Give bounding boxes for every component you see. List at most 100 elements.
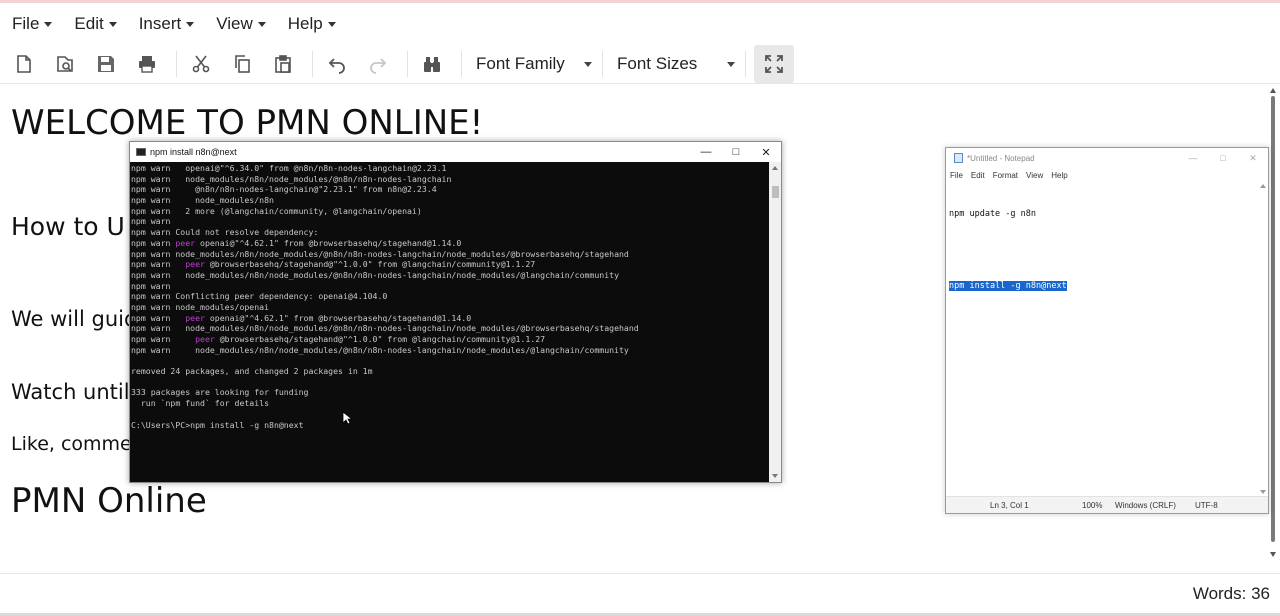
paste-button[interactable] (267, 48, 299, 80)
maximize-icon: □ (1220, 153, 1226, 163)
menu-insert-label: Insert (138, 13, 182, 33)
redo-button[interactable] (362, 48, 394, 80)
toolbar-divider (602, 50, 603, 77)
undo-icon (328, 57, 345, 74)
cmd-output-line (131, 377, 770, 388)
maximize-icon: □ (732, 146, 740, 158)
cursor-position: Ln 3, Col 1 (990, 501, 1029, 510)
cut-button[interactable] (185, 48, 217, 80)
menu-view-label: View (216, 13, 253, 33)
chevron-down-icon (727, 62, 735, 67)
word-count: Words: 36 (1192, 584, 1270, 603)
scroll-down-arrow-icon[interactable] (772, 474, 778, 478)
cmd-output-line: npm warn node_modules/n8n/node_modules/@… (131, 269, 620, 280)
scroll-down-arrow-icon[interactable] (1260, 490, 1266, 494)
cmd-output-line: npm warn node_modules/openai (131, 301, 270, 312)
document-line: Like, comme (11, 433, 132, 455)
cmd-output-line: run `npm fund` for details (131, 398, 270, 409)
cmd-output-line (131, 409, 770, 420)
open-file-button[interactable] (49, 48, 81, 80)
notepad-menu-view[interactable]: View (1026, 171, 1043, 180)
save-icon (98, 55, 114, 72)
menu-help[interactable]: Help (288, 14, 336, 34)
chevron-down-icon (257, 22, 266, 27)
notepad-icon (954, 153, 963, 163)
cmd-scroll-thumb[interactable] (772, 186, 779, 198)
scroll-down-arrow-icon[interactable] (1270, 552, 1276, 557)
menu-edit-label: Edit (74, 13, 104, 33)
menu-edit[interactable]: Edit (74, 13, 117, 34)
scroll-up-arrow-icon[interactable] (1260, 184, 1266, 188)
cmd-output-line: npm warn (131, 280, 171, 291)
menu-view[interactable]: View (216, 14, 266, 34)
maximize-button[interactable]: □ (1208, 148, 1238, 168)
close-button[interactable]: ✕ (1238, 148, 1268, 168)
notepad-scrollbar[interactable] (1258, 182, 1268, 496)
menu-insert[interactable]: Insert (139, 14, 195, 34)
save-button[interactable] (90, 48, 122, 80)
notepad-menu-edit[interactable]: Edit (971, 171, 985, 180)
notepad-title-text: *Untitled - Notepad (967, 153, 1035, 163)
cmd-output-line: npm warn node_modules/n8n (131, 195, 274, 206)
maximize-button[interactable]: □ (721, 142, 751, 162)
cmd-scrollbar[interactable] (769, 162, 781, 482)
close-button[interactable]: ✕ (751, 142, 781, 162)
toolbar-divider (407, 50, 408, 77)
find-button[interactable] (416, 48, 448, 80)
cmd-titlebar[interactable]: npm install n8n@next — □ ✕ (130, 142, 781, 162)
document-heading: PMN Online (11, 481, 207, 521)
notepad-selected-text: npm install -g n8n@next (949, 281, 1067, 291)
notepad-menu-file[interactable]: File (950, 171, 963, 180)
font-family-select[interactable]: Font Family (470, 48, 598, 80)
scroll-up-arrow-icon[interactable] (1270, 88, 1276, 93)
notepad-titlebar[interactable]: *Untitled - Notepad — □ ✕ (946, 148, 1268, 168)
toolbar: Font Family Font Sizes (0, 44, 1280, 84)
notepad-status-bar: Ln 3, Col 1 100% Windows (CRLF) UTF-8 (946, 496, 1268, 513)
notepad-window[interactable]: *Untitled - Notepad — □ ✕ File Edit Form… (945, 147, 1269, 514)
document-line: We will guid (11, 307, 138, 331)
minimize-icon: — (1188, 153, 1198, 163)
scroll-up-arrow-icon[interactable] (772, 166, 778, 170)
cmd-output-line: npm warn peer openai@"^4.62.1" from @bro… (131, 312, 472, 323)
cmd-output-line: npm warn node_modules/n8n/node_modules/@… (131, 173, 452, 184)
print-button[interactable] (131, 48, 163, 80)
cmd-window[interactable]: npm install n8n@next — □ ✕ npm warn open… (129, 141, 782, 483)
minimize-button[interactable]: — (691, 142, 721, 162)
chevron-down-icon (44, 22, 53, 27)
copy-icon (235, 54, 250, 73)
cmd-output-line: removed 24 packages, and changed 2 packa… (131, 366, 373, 377)
chevron-down-icon (584, 62, 592, 67)
editor-scrollbar[interactable] (1271, 96, 1275, 542)
notepad-text-area[interactable]: npm update -g n8n npm install -g n8n@nex… (948, 184, 1258, 494)
undo-button[interactable] (321, 48, 353, 80)
notepad-line (948, 244, 1258, 256)
font-sizes-select[interactable]: Font Sizes (611, 48, 741, 80)
status-bar: Words: 36 (0, 573, 1280, 616)
redo-icon (370, 57, 387, 74)
menu-bar: File Edit Insert View Help (0, 0, 1280, 44)
cmd-output-line: npm warn node_modules/n8n/node_modules/@… (131, 344, 629, 355)
cmd-output-line: C:\Users\PC>npm install -g n8n@next (131, 419, 304, 430)
cmd-output-line (131, 355, 770, 366)
cmd-output-line: npm warn node_modules/n8n/node_modules/@… (131, 248, 629, 259)
paste-icon (275, 54, 291, 73)
copy-button[interactable] (226, 48, 258, 80)
notepad-menu-bar: File Edit Format View Help (946, 168, 1268, 182)
fullscreen-button[interactable] (754, 44, 794, 83)
notepad-window-controls: — □ ✕ (1178, 148, 1268, 168)
document-line: How to U (11, 212, 125, 241)
new-file-button[interactable] (8, 48, 40, 80)
cmd-output-line: npm warn peer @browserbasehq/stagehand@"… (131, 259, 536, 270)
encoding: UTF-8 (1195, 501, 1218, 510)
cmd-output[interactable]: npm warn openai@"^6.34.0" from @n8n/n8n-… (130, 162, 770, 482)
notepad-menu-help[interactable]: Help (1051, 171, 1067, 180)
notepad-menu-format[interactable]: Format (993, 171, 1018, 180)
menu-file-label: File (12, 13, 40, 33)
minimize-button[interactable]: — (1178, 148, 1208, 168)
cmd-title-text: npm install n8n@next (150, 147, 237, 157)
open-file-icon (57, 55, 73, 72)
menu-file[interactable]: File (12, 13, 53, 34)
close-icon: ✕ (761, 146, 771, 159)
cmd-output-line: npm warn Conflicting peer dependency: op… (131, 291, 388, 302)
minimize-icon: — (700, 146, 712, 158)
